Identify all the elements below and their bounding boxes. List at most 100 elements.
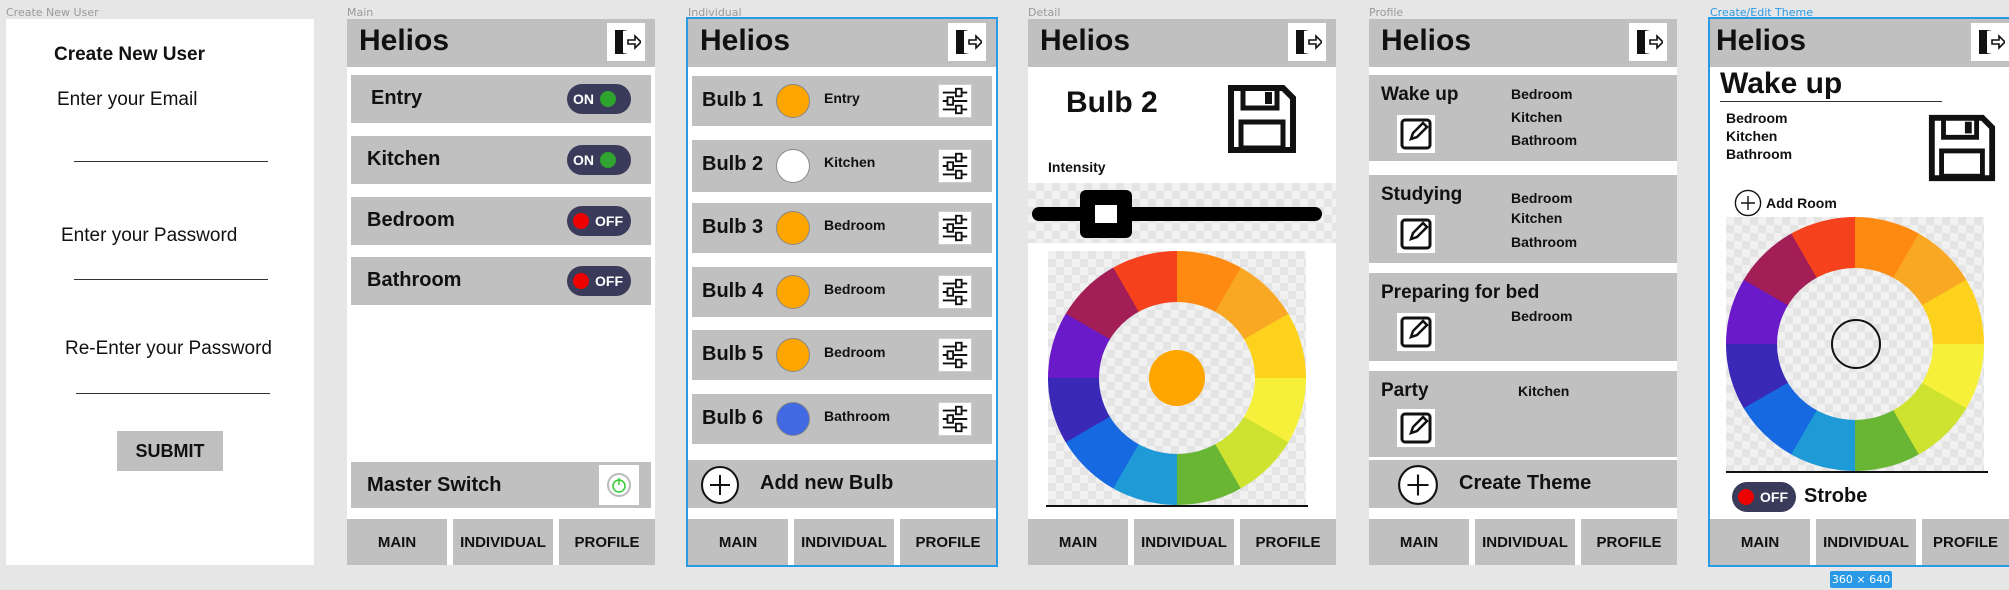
- email-label: Enter your Email: [57, 89, 198, 110]
- bulb-color-swatch[interactable]: [776, 275, 810, 309]
- slider-thumb[interactable]: [1080, 190, 1132, 238]
- toggle-switch-off[interactable]: OFF: [567, 206, 631, 236]
- artboard-label-detail: Detail: [1028, 6, 1061, 19]
- nav-profile[interactable]: PROFILE: [1581, 519, 1677, 565]
- bulb-color-swatch[interactable]: [776, 338, 810, 372]
- nav-profile[interactable]: PROFILE: [900, 519, 996, 565]
- room-row-kitchen[interactable]: Kitchen ON: [351, 136, 651, 184]
- artboard-label-create-user: Create New User: [6, 6, 99, 19]
- settings-sliders-icon[interactable]: [938, 338, 972, 372]
- logout-icon[interactable]: [948, 23, 986, 61]
- bulb-room: Bedroom: [824, 344, 886, 360]
- theme-screen: Helios Wake up Bedroom Kitchen Bathroom Ad…: [1708, 17, 2009, 567]
- intensity-slider[interactable]: [1028, 183, 1336, 243]
- settings-sliders-icon[interactable]: [938, 149, 972, 183]
- bulb-row[interactable]: Bulb 1 Entry: [692, 76, 992, 126]
- bulb-color-swatch[interactable]: [776, 149, 810, 183]
- edit-icon[interactable]: [1397, 115, 1435, 153]
- toggle-switch-on[interactable]: ON: [567, 145, 631, 175]
- settings-sliders-icon[interactable]: [938, 211, 972, 245]
- nav-individual[interactable]: INDIVIDUAL: [1475, 519, 1575, 565]
- theme-name: Studying: [1381, 184, 1463, 205]
- bulb-title: Bulb 2: [1066, 86, 1158, 119]
- settings-sliders-icon[interactable]: [938, 84, 972, 118]
- bulb-color-swatch[interactable]: [776, 211, 810, 245]
- theme-row-preparing-for-bed[interactable]: Preparing for bed Bedroom: [1369, 273, 1677, 361]
- bulb-room: Bedroom: [824, 281, 886, 297]
- save-icon[interactable]: [1225, 82, 1299, 156]
- theme-name-field[interactable]: Wake up: [1720, 67, 1842, 101]
- room-row-bathroom[interactable]: Bathroom OFF: [351, 257, 651, 305]
- reenter-password-label: Re-Enter your Password: [65, 338, 272, 359]
- toggle-switch-off[interactable]: OFF: [567, 266, 631, 296]
- detail-screen: Helios Bulb 2 Intensity MAIN INDIVIDUAL …: [1028, 19, 1336, 565]
- bulb-row[interactable]: Bulb 4 Bedroom: [692, 267, 992, 317]
- theme-row-wake-up[interactable]: Wake up Bedroom Kitchen Bathroom: [1369, 75, 1677, 161]
- create-user-screen: Create New User Enter your Email Enter y…: [6, 19, 314, 565]
- edit-icon[interactable]: [1397, 215, 1435, 253]
- nav-profile[interactable]: PROFILE: [1922, 519, 2009, 565]
- save-icon[interactable]: [1926, 112, 1998, 184]
- logout-icon[interactable]: [1288, 23, 1326, 61]
- reenter-password-field[interactable]: [76, 393, 270, 394]
- bulb-color-swatch[interactable]: [776, 402, 810, 436]
- bulb-row[interactable]: Bulb 6 Bathroom: [692, 394, 992, 444]
- toggle-switch-on[interactable]: ON: [567, 84, 631, 114]
- edit-icon[interactable]: [1397, 313, 1435, 351]
- nav-main[interactable]: MAIN: [688, 519, 788, 565]
- app-title: Helios: [1716, 24, 1807, 57]
- create-theme-row[interactable]: Create Theme: [1369, 460, 1677, 508]
- nav-individual[interactable]: INDIVIDUAL: [1816, 519, 1916, 565]
- nav-profile[interactable]: PROFILE: [559, 519, 655, 565]
- logout-icon[interactable]: [1971, 23, 2009, 61]
- profile-screen: Helios Wake up Bedroom Kitchen Bathroom St…: [1369, 19, 1677, 565]
- theme-room: Kitchen: [1518, 383, 1570, 399]
- create-user-heading: Create New User: [54, 44, 206, 65]
- email-field[interactable]: [74, 161, 268, 162]
- bulb-room: Bedroom: [824, 217, 886, 233]
- settings-sliders-icon[interactable]: [938, 402, 972, 436]
- password-field[interactable]: [74, 279, 268, 280]
- bulb-room: Entry: [824, 90, 860, 106]
- submit-button[interactable]: SUBMIT: [117, 431, 223, 471]
- settings-sliders-icon[interactable]: [938, 275, 972, 309]
- header: Helios: [1028, 19, 1336, 67]
- nav-main[interactable]: MAIN: [1369, 519, 1469, 565]
- add-bulb-row[interactable]: Add new Bulb: [688, 460, 996, 508]
- theme-room: Bedroom: [1726, 110, 1788, 126]
- color-picker[interactable]: [1726, 217, 1984, 471]
- header: Helios: [1710, 19, 2009, 67]
- toggle-label: OFF: [595, 213, 623, 229]
- edit-icon[interactable]: [1397, 409, 1435, 447]
- nav-individual[interactable]: INDIVIDUAL: [794, 519, 894, 565]
- nav-individual[interactable]: INDIVIDUAL: [453, 519, 553, 565]
- nav-profile[interactable]: PROFILE: [1240, 519, 1336, 565]
- room-row-entry[interactable]: Entry ON: [351, 75, 651, 123]
- room-name: Entry: [371, 87, 423, 109]
- power-button[interactable]: [599, 465, 639, 505]
- color-picker[interactable]: [1048, 251, 1306, 505]
- theme-rooms: Bedroom: [1511, 305, 1572, 328]
- room-row-bedroom[interactable]: Bedroom OFF: [351, 197, 651, 245]
- logout-icon[interactable]: [607, 23, 645, 61]
- theme-name: Wake up: [1381, 84, 1459, 105]
- strobe-toggle[interactable]: OFF: [1732, 482, 1796, 512]
- master-switch-label: Master Switch: [367, 474, 502, 496]
- app-title: Helios: [700, 24, 791, 57]
- toggle-label: OFF: [595, 273, 623, 289]
- room-name: Bedroom: [367, 209, 455, 231]
- add-room-label: Add Room: [1766, 195, 1837, 211]
- logout-icon[interactable]: [1629, 23, 1667, 61]
- add-icon: [1398, 465, 1438, 505]
- bulb-row[interactable]: Bulb 3 Bedroom: [692, 203, 992, 253]
- theme-room: Bathroom: [1726, 146, 1793, 162]
- bulb-row[interactable]: Bulb 5 Bedroom: [692, 330, 992, 380]
- nav-individual[interactable]: INDIVIDUAL: [1134, 519, 1234, 565]
- theme-row-party[interactable]: Party Kitchen: [1369, 371, 1677, 457]
- nav-main[interactable]: MAIN: [1710, 519, 1810, 565]
- bulb-row[interactable]: Bulb 2 Kitchen: [692, 140, 992, 192]
- theme-row-studying[interactable]: Studying Bedroom Kitchen Bathroom: [1369, 175, 1677, 263]
- nav-main[interactable]: MAIN: [1028, 519, 1128, 565]
- bulb-color-swatch[interactable]: [776, 84, 810, 118]
- nav-main[interactable]: MAIN: [347, 519, 447, 565]
